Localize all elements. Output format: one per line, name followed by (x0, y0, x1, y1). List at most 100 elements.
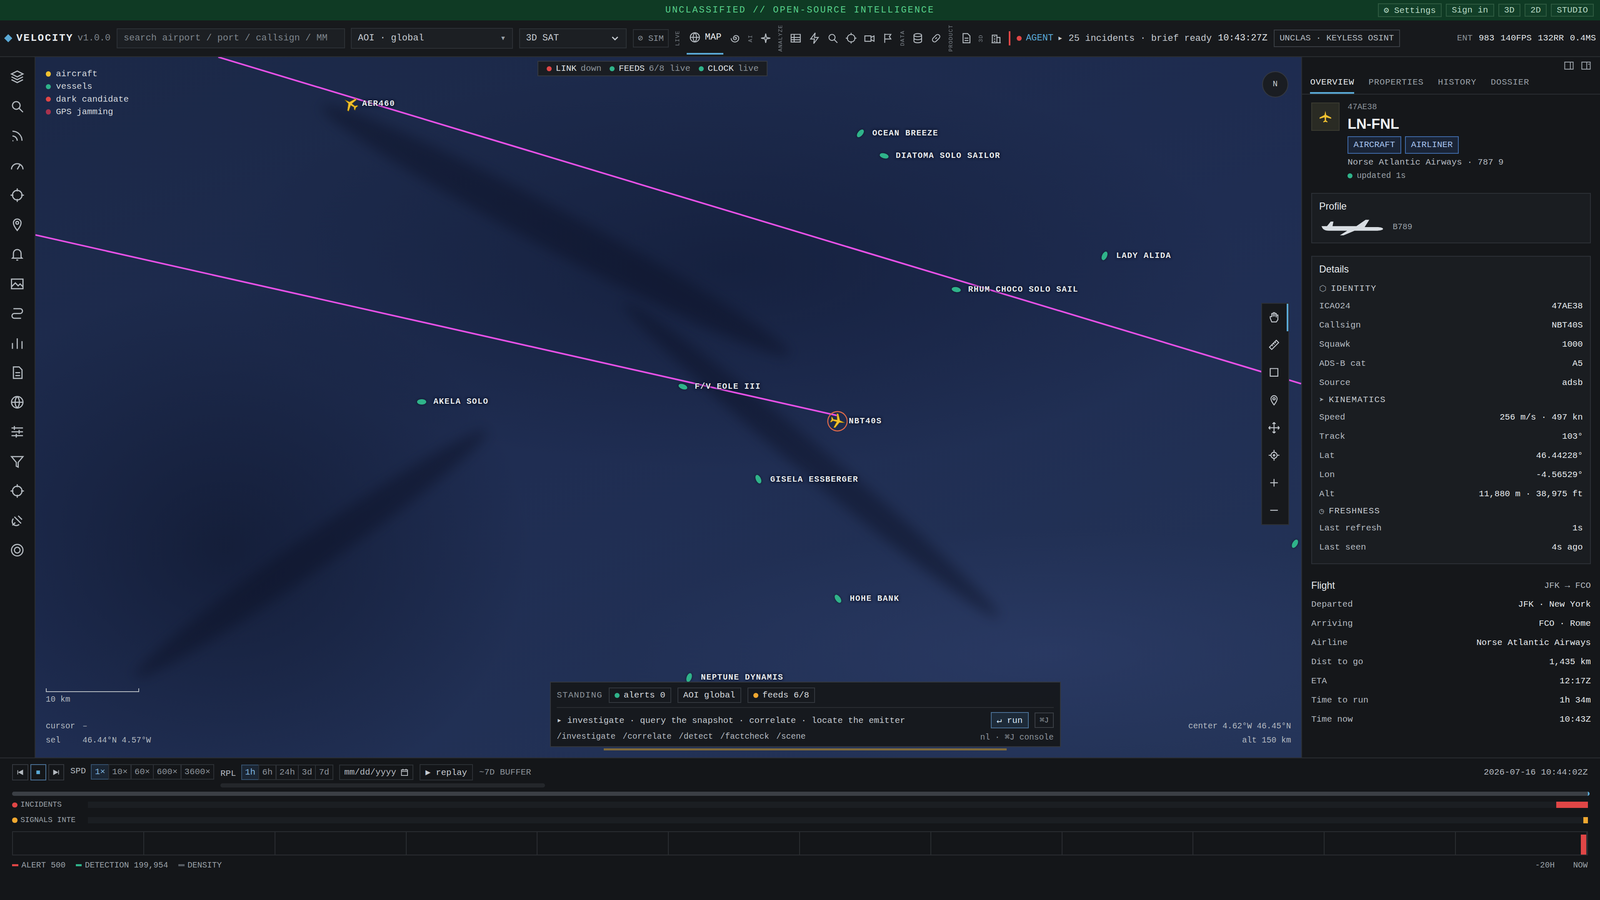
vessel-marker[interactable] (1290, 541, 1300, 547)
skip-back-button[interactable] (12, 764, 28, 780)
vessel-marker[interactable]: GISELA ESSBERGER (753, 475, 859, 485)
flag-icon[interactable] (881, 32, 894, 45)
search-icon[interactable] (826, 32, 839, 45)
replay-option[interactable]: 1h (241, 764, 260, 780)
map-tool[interactable] (1262, 469, 1287, 497)
sidebar-item[interactable] (9, 505, 25, 536)
sidebar-item[interactable] (9, 446, 25, 477)
command-input[interactable]: ▸ investigate · query the snapshot · cor… (556, 715, 985, 726)
vessel-marker[interactable]: LADY ALIDA (1100, 251, 1172, 261)
vessel-marker[interactable]: RHUM CHOCO SOLO SAIL (951, 285, 1079, 295)
map-tool[interactable] (1262, 303, 1289, 332)
view-select[interactable]: 3D SAT (519, 28, 628, 49)
speed-option[interactable]: 1× (90, 764, 110, 780)
replay-option[interactable]: 24h (275, 764, 299, 780)
sidebar-item[interactable] (9, 180, 25, 210)
panel-tab[interactable]: OVERVIEW (1310, 73, 1355, 94)
dock-right-icon[interactable] (1580, 60, 1592, 72)
sidebar-item[interactable] (9, 239, 25, 270)
details-section[interactable]: ◷FRESHNESS (1319, 503, 1583, 519)
map-tool[interactable] (1262, 441, 1287, 469)
vessel-marker[interactable]: OCEAN BREEZE (855, 128, 939, 138)
bolt-icon[interactable] (808, 32, 821, 45)
aircraft-marker[interactable]: AER460 (341, 94, 395, 113)
sidebar-item[interactable] (9, 328, 25, 358)
track-bar[interactable] (87, 801, 1588, 808)
skip-forward-button[interactable] (48, 764, 65, 780)
panel-tab[interactable]: DOSSIER (1490, 73, 1530, 94)
sidebar-item[interactable] (9, 62, 25, 92)
sim-button[interactable]: ⊘ SIM (632, 29, 669, 48)
banner-link[interactable]: 3D (1498, 3, 1521, 18)
building-icon[interactable] (990, 32, 1003, 45)
sidebar-item[interactable] (9, 417, 25, 447)
density-histogram[interactable] (12, 831, 1588, 856)
map-tab[interactable]: MAP (686, 22, 724, 55)
vessel-marker[interactable]: F/V EOLE III (678, 382, 761, 392)
command-chip[interactable]: AOI global (677, 687, 742, 703)
panel-tab[interactable]: PROPERTIES (1368, 73, 1424, 94)
command-item[interactable]: /detect (678, 732, 713, 743)
agent-status[interactable]: AGENT ▸ 25 incidents · brief ready (1016, 32, 1212, 44)
map-tool[interactable] (1262, 358, 1287, 387)
command-chip[interactable]: alerts 0 (608, 687, 672, 703)
command-chip[interactable]: feeds 6/8 (747, 687, 816, 703)
replay-option[interactable]: 3d (297, 764, 317, 780)
map[interactable]: aircraftvesselsdark candidateGPS jamming… (35, 57, 1302, 758)
command-item[interactable]: /correlate (622, 732, 672, 743)
table-icon[interactable] (789, 32, 802, 45)
replay-track[interactable] (220, 783, 545, 788)
vessel-marker[interactable]: NEPTUNE DYNAMIS (684, 672, 784, 683)
sidebar-item[interactable] (9, 269, 25, 299)
aircraft-marker[interactable]: NBT40S (828, 412, 882, 431)
banner-link[interactable]: Sign in (1445, 3, 1495, 18)
sidebar-item[interactable] (9, 210, 25, 240)
sidebar-item[interactable] (9, 298, 25, 329)
date-field[interactable]: mm/dd/yyyy (339, 764, 414, 780)
command-item[interactable]: /scene (776, 732, 806, 743)
banner-link[interactable]: ⚙ Settings (1377, 3, 1442, 18)
vessel-marker[interactable]: AKELA SOLO (417, 397, 489, 407)
logo[interactable]: VELOCITY v1.0.0 (4, 32, 111, 44)
database-icon[interactable] (911, 32, 924, 45)
map-tool[interactable] (1262, 331, 1287, 359)
spiral-icon[interactable] (729, 32, 742, 45)
speed-option[interactable]: 60× (130, 764, 154, 780)
stop-button[interactable] (30, 764, 47, 780)
track-bar[interactable] (87, 817, 1588, 824)
sidebar-item[interactable] (9, 91, 25, 122)
map-tool[interactable] (1262, 496, 1287, 525)
vessel-marker[interactable]: HOHE BANK (833, 594, 900, 604)
command-item[interactable]: /investigate (556, 732, 616, 743)
target-icon[interactable] (845, 32, 858, 45)
panel-tab[interactable]: HISTORY (1437, 73, 1477, 94)
map-tool[interactable] (1262, 386, 1287, 414)
command-item[interactable]: /factcheck (720, 732, 770, 743)
details-section[interactable]: ➤KINEMATICS (1319, 392, 1583, 408)
replay-button[interactable]: ▶ replay (419, 764, 473, 781)
link-icon[interactable] (930, 32, 943, 45)
aoi-select[interactable]: AOI · global▾ (350, 27, 513, 50)
sidebar-item[interactable] (9, 387, 25, 418)
sidebar-item[interactable] (9, 357, 25, 388)
vessel-marker[interactable]: DIATOMA SOLO SAILOR (879, 151, 1001, 161)
run-button[interactable]: ↵ run (990, 712, 1029, 729)
speed-option[interactable]: 3600× (180, 764, 215, 780)
compass[interactable]: N (1262, 71, 1289, 98)
speed-option[interactable]: 10× (108, 764, 132, 780)
replay-option[interactable]: 7d (315, 764, 334, 780)
document-icon[interactable] (960, 32, 973, 45)
sparkle-icon[interactable] (759, 32, 772, 45)
sidebar-item[interactable] (9, 150, 25, 181)
search-field[interactable]: search airport / port / callsign / MM (116, 28, 345, 49)
scrubber[interactable] (12, 791, 1588, 796)
sidebar-item[interactable] (9, 121, 25, 151)
banner-link[interactable]: 2D (1524, 3, 1547, 18)
sidebar-item[interactable] (9, 476, 25, 506)
replay-option[interactable]: 6h (258, 764, 277, 780)
banner-link[interactable]: STUDIO (1550, 3, 1594, 18)
camera-icon[interactable] (863, 32, 876, 45)
map-tool[interactable] (1262, 413, 1287, 442)
speed-option[interactable]: 600× (152, 764, 182, 780)
sidebar-item[interactable] (9, 535, 25, 565)
